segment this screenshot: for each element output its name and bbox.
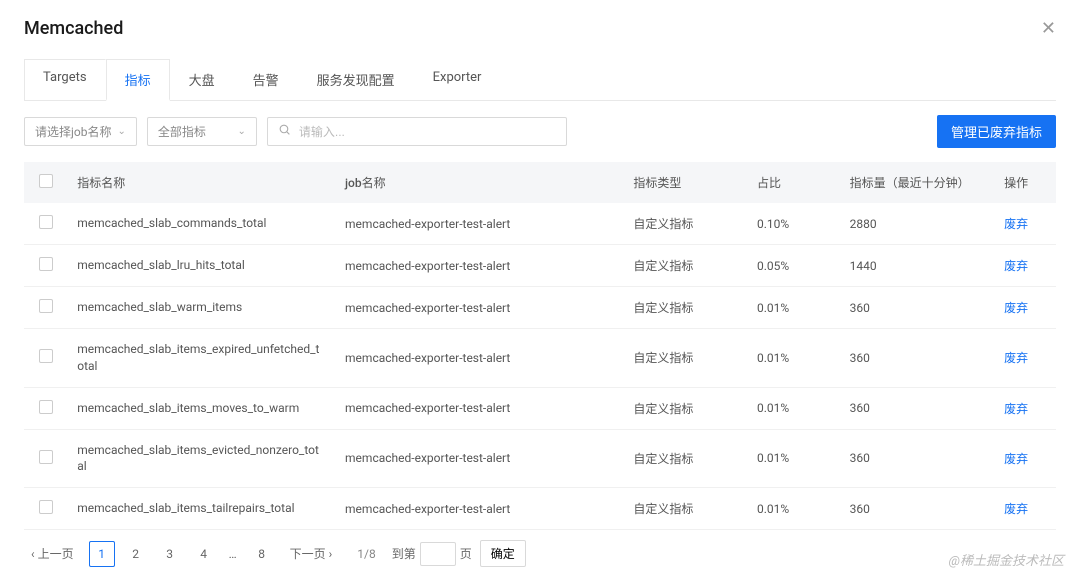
row-checkbox[interactable] <box>39 299 53 313</box>
col-header-job: job名称 <box>335 162 623 203</box>
table-row: memcached_slab_items_expired_unfetched_t… <box>24 329 1056 388</box>
metric-name: memcached_slab_items_expired_unfetched_t… <box>77 341 325 375</box>
chevron-down-icon: ⌄ <box>237 126 245 137</box>
select-all-checkbox[interactable] <box>39 174 53 188</box>
job-name: memcached-exporter-test-alert <box>335 488 623 530</box>
col-header-type: 指标类型 <box>623 162 747 203</box>
metric-name: memcached_slab_items_tailrepairs_total <box>77 500 325 517</box>
manage-deprecated-button[interactable]: 管理已废弃指标 <box>937 115 1056 148</box>
page-4[interactable]: 4 <box>191 541 217 567</box>
metric-type: 自定义指标 <box>623 287 747 329</box>
tab-discovery[interactable]: 服务发现配置 <box>298 59 414 100</box>
metric-pct: 0.01% <box>747 488 840 530</box>
table-row: memcached_slab_warm_items memcached-expo… <box>24 287 1056 329</box>
metric-amount: 360 <box>840 287 994 329</box>
metric-type: 自定义指标 <box>623 329 747 388</box>
close-icon[interactable]: ✕ <box>1041 18 1056 39</box>
job-name: memcached-exporter-test-alert <box>335 245 623 287</box>
metric-amount: 360 <box>840 329 994 388</box>
metric-type: 自定义指标 <box>623 387 747 429</box>
deprecate-link[interactable]: 废弃 <box>1004 301 1028 315</box>
metric-amount: 360 <box>840 429 994 488</box>
jump-page-input[interactable] <box>420 542 456 566</box>
col-header-amount: 指标量（最近十分钟） <box>840 162 994 203</box>
row-checkbox[interactable] <box>39 500 53 514</box>
chevron-right-icon: › <box>329 547 333 561</box>
page-info: 1/8 <box>357 547 375 561</box>
metric-name: memcached_slab_warm_items <box>77 299 325 316</box>
col-header-action: 操作 <box>994 162 1056 203</box>
jump-confirm-button[interactable]: 确定 <box>480 540 526 567</box>
deprecate-link[interactable]: 废弃 <box>1004 502 1028 516</box>
tab-alert[interactable]: 告警 <box>234 59 298 100</box>
job-select[interactable]: 请选择job名称 ⌄ <box>24 117 137 146</box>
col-header-name: 指标名称 <box>67 162 335 203</box>
type-select-label: 全部指标 <box>158 123 206 140</box>
job-name: memcached-exporter-test-alert <box>335 203 623 245</box>
tab-targets[interactable]: Targets <box>24 59 106 100</box>
table-row: memcached_slab_items_tailrepairs_total m… <box>24 488 1056 530</box>
metric-pct: 0.01% <box>747 287 840 329</box>
search-box[interactable] <box>267 117 567 146</box>
metric-pct: 0.01% <box>747 329 840 388</box>
row-checkbox[interactable] <box>39 215 53 229</box>
page-2[interactable]: 2 <box>123 541 149 567</box>
metric-pct: 0.05% <box>747 245 840 287</box>
metric-name: memcached_slab_items_moves_to_warm <box>77 400 325 417</box>
metric-amount: 1440 <box>840 245 994 287</box>
deprecate-link[interactable]: 废弃 <box>1004 351 1028 365</box>
prev-page-button[interactable]: ‹ 上一页 <box>24 541 81 566</box>
tab-dashboard[interactable]: 大盘 <box>170 59 234 100</box>
jump-label: 到第 <box>392 545 416 562</box>
type-select[interactable]: 全部指标 ⌄ <box>147 117 257 146</box>
next-page-button[interactable]: 下一页 › <box>283 541 340 566</box>
page-suffix: 页 <box>460 545 472 562</box>
page-1[interactable]: 1 <box>89 541 115 567</box>
deprecate-link[interactable]: 废弃 <box>1004 402 1028 416</box>
metric-name: memcached_slab_items_evicted_nonzero_tot… <box>77 442 325 476</box>
page-ellipsis: … <box>225 547 241 561</box>
table-row: memcached_slab_items_evicted_nonzero_tot… <box>24 429 1056 488</box>
job-select-label: 请选择job名称 <box>35 123 111 140</box>
metric-pct: 0.01% <box>747 429 840 488</box>
metric-amount: 360 <box>840 387 994 429</box>
page-3[interactable]: 3 <box>157 541 183 567</box>
table-row: memcached_slab_items_moves_to_warm memca… <box>24 387 1056 429</box>
metric-type: 自定义指标 <box>623 245 747 287</box>
table-row: memcached_slab_commands_total memcached-… <box>24 203 1056 245</box>
job-name: memcached-exporter-test-alert <box>335 429 623 488</box>
row-checkbox[interactable] <box>39 257 53 271</box>
metric-amount: 360 <box>840 488 994 530</box>
metric-name: memcached_slab_commands_total <box>77 215 325 232</box>
job-name: memcached-exporter-test-alert <box>335 287 623 329</box>
tab-exporter[interactable]: Exporter <box>414 59 501 100</box>
metric-pct: 0.01% <box>747 387 840 429</box>
deprecate-link[interactable]: 废弃 <box>1004 452 1028 466</box>
page-title: Memcached <box>24 18 123 39</box>
tabs: Targets 指标 大盘 告警 服务发现配置 Exporter <box>24 59 1056 101</box>
chevron-left-icon: ‹ <box>31 547 35 561</box>
row-checkbox[interactable] <box>39 450 53 464</box>
metric-type: 自定义指标 <box>623 488 747 530</box>
row-checkbox[interactable] <box>39 400 53 414</box>
deprecate-link[interactable]: 废弃 <box>1004 259 1028 273</box>
search-input[interactable] <box>299 125 556 139</box>
job-name: memcached-exporter-test-alert <box>335 329 623 388</box>
metric-pct: 0.10% <box>747 203 840 245</box>
deprecate-link[interactable]: 废弃 <box>1004 217 1028 231</box>
table-row: memcached_slab_lru_hits_total memcached-… <box>24 245 1056 287</box>
pagination: ‹ 上一页 1 2 3 4 … 8 下一页 › 1/8 到第 页 确定 <box>24 532 1056 567</box>
page-8[interactable]: 8 <box>249 541 275 567</box>
metric-type: 自定义指标 <box>623 203 747 245</box>
job-name: memcached-exporter-test-alert <box>335 387 623 429</box>
watermark: @稀土掘金技术社区 <box>949 550 1064 569</box>
tab-metrics[interactable]: 指标 <box>106 59 170 101</box>
metric-type: 自定义指标 <box>623 429 747 488</box>
metric-name: memcached_slab_lru_hits_total <box>77 257 325 274</box>
row-checkbox[interactable] <box>39 349 53 363</box>
chevron-down-icon: ⌄ <box>117 126 125 137</box>
search-icon <box>278 123 291 140</box>
col-header-pct: 占比 <box>747 162 840 203</box>
metric-amount: 2880 <box>840 203 994 245</box>
